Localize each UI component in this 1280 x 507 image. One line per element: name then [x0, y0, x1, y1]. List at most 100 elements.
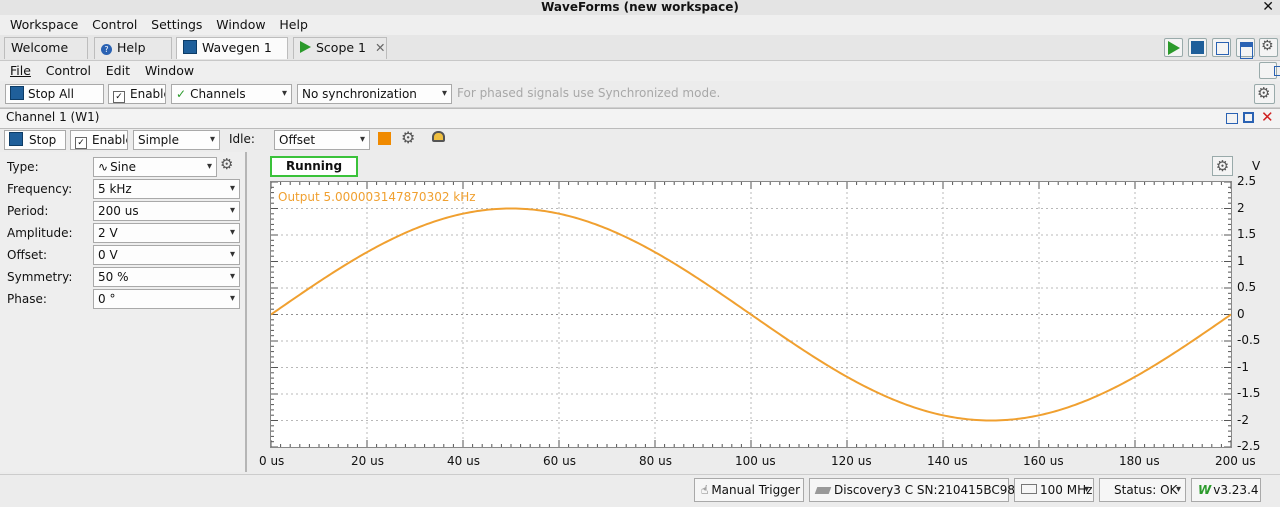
window-titlebar: WaveForms (new workspace) ✕ — [0, 0, 1280, 16]
windows-icon — [1216, 42, 1229, 55]
phase-input[interactable]: 0 ° — [93, 289, 240, 309]
symmetry-input[interactable]: 50 % — [93, 267, 240, 287]
type-dropdown[interactable]: ∿ Sine — [93, 157, 217, 177]
version-button[interactable]: Wv3.23.4 — [1191, 478, 1261, 502]
run-all-button[interactable] — [1164, 38, 1183, 57]
enable-all-checkbox[interactable]: ✓ Enable — [108, 84, 166, 104]
gear-icon[interactable]: ⚙ — [401, 128, 415, 147]
idle-label: Idle: — [229, 132, 255, 146]
cascade-windows-button[interactable] — [1212, 38, 1231, 57]
instrument-menubar: File Control Edit Window — [0, 61, 1280, 81]
y-tick-label: 2.5 — [1237, 174, 1257, 188]
x-tick-label: 0 us — [259, 454, 285, 468]
menu-file[interactable]: File — [10, 61, 31, 80]
waveforms-logo-icon: W — [1198, 483, 1212, 497]
menu-window[interactable]: Window — [216, 15, 265, 35]
output-frequency-label: Output 5.000003147870302 kHz — [278, 190, 476, 204]
x-tick-label: 40 us — [447, 454, 480, 468]
version-label: v3.23.4 — [1213, 483, 1259, 497]
tab-bar: Welcome + ? Help Wavegen 1 ✕ Scope 1 ✕ ⚙ — [0, 35, 1280, 79]
amplitude-label: Amplitude: — [7, 226, 73, 240]
window-title: WaveForms (new workspace) — [541, 0, 739, 14]
tab-help-label: Help — [117, 40, 146, 55]
gear-icon[interactable]: ⚙ — [1212, 156, 1233, 176]
gear-icon: ⚙ — [1261, 38, 1274, 54]
frequency-input[interactable]: 5 kHz — [93, 179, 240, 199]
hand-icon: ☝ — [701, 483, 709, 497]
type-label: Type: — [7, 160, 39, 174]
menu-window2[interactable]: Window — [145, 61, 194, 80]
close-channel-icon[interactable]: ✕ — [1261, 108, 1274, 126]
color-swatch-icon[interactable] — [378, 132, 391, 145]
tab-scope[interactable]: Scope 1 ✕ — [293, 37, 387, 59]
y-tick-label: -2.5 — [1237, 439, 1261, 453]
sync-value: No synchronization — [302, 87, 417, 101]
clock-label: 100 MHz — [1040, 483, 1093, 497]
y-tick-label: -1 — [1237, 359, 1249, 374]
stop-all-button[interactable] — [1188, 38, 1207, 57]
y-tick-label: -0.5 — [1237, 333, 1261, 347]
menu-control[interactable]: Control — [92, 15, 137, 35]
device-label: Discovery3 C SN:210415BC98F5 — [834, 483, 1030, 497]
y-tick-label: 2 — [1237, 200, 1245, 215]
mode-dropdown[interactable]: Simple — [133, 130, 220, 150]
checkbox-icon: ✓ — [113, 91, 125, 103]
tab-welcome[interactable]: Welcome + — [4, 37, 88, 79]
y-tick-label: 0.5 — [1237, 280, 1257, 294]
phase-label: Phase: — [7, 292, 47, 306]
manual-trigger-button[interactable]: ☝ Manual Trigger — [694, 478, 804, 502]
menu-control2[interactable]: Control — [46, 61, 91, 80]
channel-enable-checkbox[interactable]: ✓ Enable — [70, 130, 128, 150]
menu-help[interactable]: Help — [279, 15, 308, 35]
channels-dropdown[interactable]: ✓ Channels — [171, 84, 292, 104]
plot-area[interactable]: Output 5.000003147870302 kHz — [270, 181, 1232, 448]
restore-panel-button[interactable] — [1259, 62, 1280, 79]
idle-dropdown[interactable]: Offset — [274, 130, 370, 150]
menu-workspace[interactable]: Workspace — [10, 15, 78, 35]
period-input[interactable]: 200 us — [93, 201, 240, 221]
stop-all-toolbar-button[interactable]: Stop All — [5, 84, 104, 104]
x-tick-label: 120 us — [831, 454, 872, 468]
channel-stop-button[interactable]: Stop — [4, 130, 66, 150]
waveform-chart — [271, 182, 1231, 447]
gear-icon[interactable]: ⚙ — [220, 155, 233, 173]
x-tick-label: 80 us — [639, 454, 672, 468]
clock-dropdown[interactable]: 100 MHz — [1014, 478, 1094, 502]
help-icon: ? — [101, 44, 112, 55]
manual-trigger-label: Manual Trigger — [711, 483, 801, 497]
parameters-panel: Type: ∿Sine ⚙ Frequency: 5 kHz Period: 2… — [0, 152, 247, 472]
clock-icon — [1021, 484, 1037, 494]
close-tab-icon[interactable]: ✕ — [375, 40, 385, 55]
restore-icon — [1274, 66, 1280, 76]
synchronization-dropdown[interactable]: No synchronization — [297, 84, 452, 104]
menu-settings[interactable]: Settings — [151, 15, 202, 35]
y-unit-label: V — [1252, 159, 1261, 173]
offset-input[interactable]: 0 V — [93, 245, 240, 265]
y-tick-label: -1.5 — [1237, 386, 1261, 400]
channels-label: Channels — [190, 87, 246, 101]
restore-icon[interactable] — [1226, 113, 1238, 124]
stop-icon — [9, 132, 23, 146]
mode-value: Simple — [138, 133, 179, 147]
amplitude-input[interactable]: 2 V — [93, 223, 240, 243]
settings-button[interactable]: ⚙ — [1259, 38, 1278, 57]
status-button[interactable]: Status: OK — [1099, 478, 1186, 502]
tab-help[interactable]: ? Help — [94, 37, 172, 59]
y-tick-label: 1.5 — [1237, 227, 1257, 241]
lock-icon[interactable] — [432, 131, 445, 142]
offset-label: Offset: — [7, 248, 48, 262]
enable-label: Enable — [130, 87, 165, 101]
wavegen-toolbar: Stop All ✓ Enable ✓Channels No synchroniz… — [0, 82, 1280, 108]
x-tick-label: 20 us — [351, 454, 384, 468]
offset-value: 0 V — [98, 248, 118, 262]
wavegen-settings-button[interactable]: ⚙ — [1254, 84, 1275, 104]
tile-windows-button[interactable] — [1236, 38, 1255, 59]
tab-wavegen[interactable]: Wavegen 1 ✕ — [176, 37, 288, 75]
close-window-button[interactable]: ✕ — [1262, 0, 1274, 15]
menu-edit[interactable]: Edit — [106, 61, 130, 80]
device-icon — [814, 487, 832, 494]
x-tick-label: 160 us — [1023, 454, 1064, 468]
device-button[interactable]: Discovery3 C SN:210415BC98F5 — [809, 478, 1030, 502]
status-bar: ☝ Manual Trigger Discovery3 C SN:210415BC… — [0, 474, 1280, 507]
maximize-icon[interactable] — [1243, 112, 1254, 123]
